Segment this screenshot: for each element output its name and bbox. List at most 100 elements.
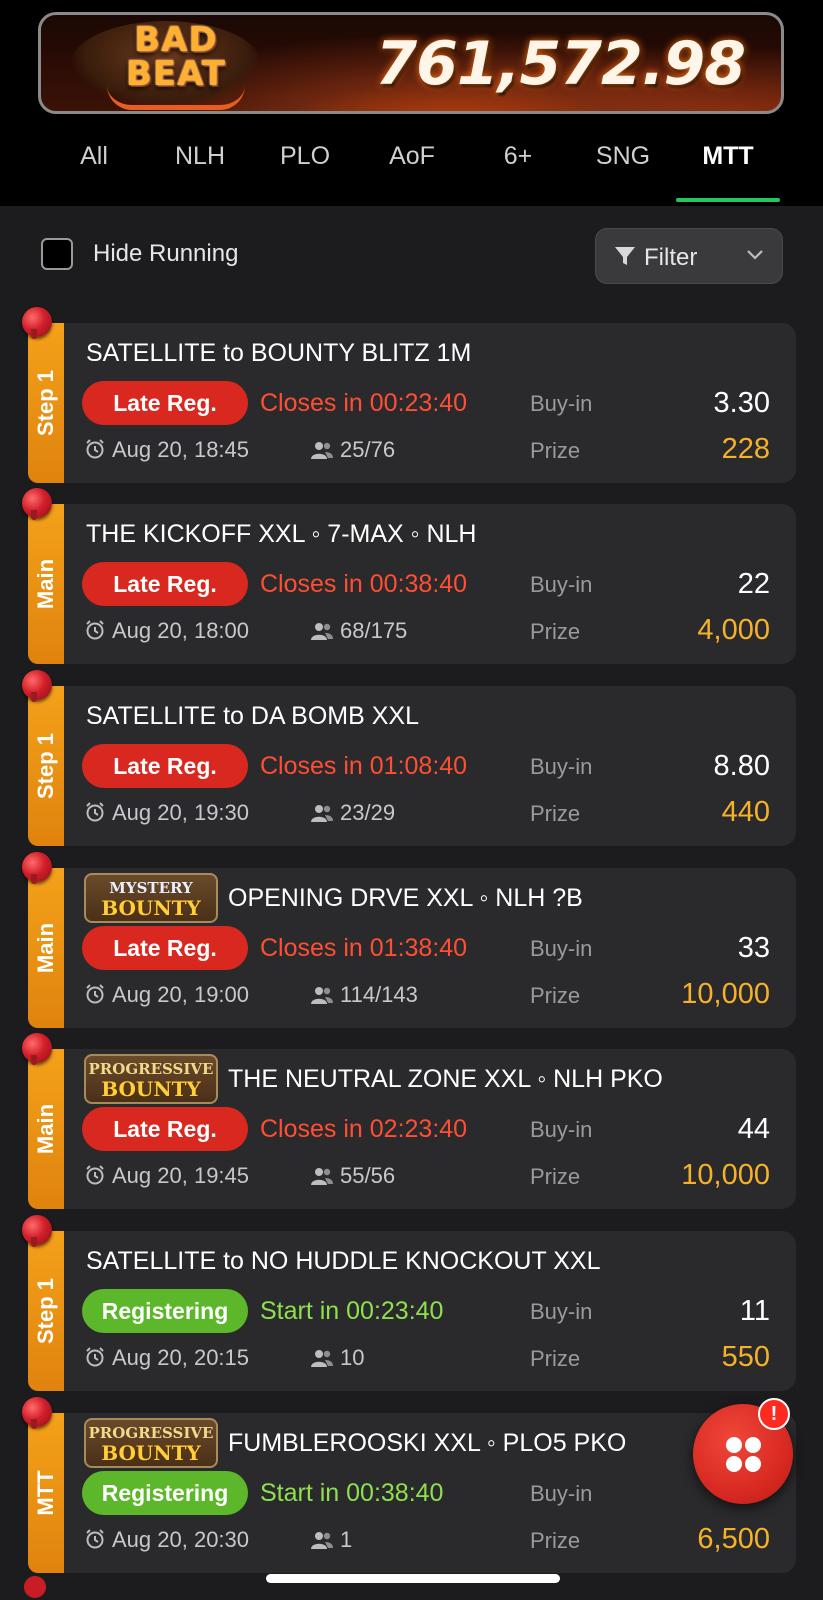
tournament-tag-label: Step 1: [33, 1277, 58, 1345]
alarm-clock-icon: [86, 620, 104, 640]
header: BAD BEAT 761,572.98 All NLH PLO AoF 6+ S…: [0, 0, 823, 206]
buyin-value: 33: [737, 932, 770, 964]
prize-value: 4,000: [697, 614, 770, 646]
players-icon: [311, 987, 333, 1004]
countdown-timer: Closes in 01:38:40: [260, 934, 468, 962]
status-badge: Registering: [82, 1471, 248, 1515]
jackpot-amount: 761,572.98: [375, 29, 746, 99]
player-count: 23/29: [310, 800, 395, 826]
players-icon: [311, 1350, 333, 1367]
alarm-clock-icon: [86, 1347, 104, 1367]
pin-icon: [22, 1215, 52, 1247]
pin-icon: [22, 852, 52, 884]
filter-label: Filter: [644, 244, 698, 271]
start-time-text: Aug 20, 18:00: [112, 618, 250, 643]
prize-value: 6,500: [697, 1523, 770, 1555]
chevron-down-icon: [747, 250, 763, 260]
buyin-label: Buy-in: [530, 754, 593, 779]
tournament-title: SATELLITE to DA BOMB XXL: [86, 702, 419, 730]
tournament-tag: Main: [28, 868, 64, 1028]
start-time-text: Aug 20, 20:15: [112, 1345, 250, 1370]
bad-beat-jackpot-banner[interactable]: BAD BEAT 761,572.98: [38, 12, 784, 114]
pin-icon: [22, 1397, 52, 1429]
tournament-title: SATELLITE to BOUNTY BLITZ 1M: [86, 339, 472, 367]
hide-running-checkbox[interactable]: [41, 238, 73, 270]
start-time: Aug 20, 20:30: [84, 1527, 249, 1553]
buyin-label: Buy-in: [530, 391, 593, 416]
logo-arc: [107, 85, 245, 110]
tab-plo[interactable]: PLO: [253, 140, 357, 202]
players-icon: [311, 1532, 333, 1549]
player-count: 25/76: [310, 437, 395, 463]
status-badge: Late Reg.: [82, 926, 248, 970]
buyin-value: 11: [739, 1295, 770, 1327]
start-time-text: Aug 20, 19:00: [112, 982, 250, 1007]
home-indicator[interactable]: [266, 1574, 560, 1583]
tournament-card[interactable]: Step 1 SATELLITE to NO HUDDLE KNOCKOUT X…: [22, 1215, 796, 1391]
tab-aof[interactable]: AoF: [360, 140, 464, 202]
start-time-text: Aug 20, 19:45: [112, 1163, 250, 1188]
start-time: Aug 20, 19:00: [84, 982, 249, 1008]
tournament-card[interactable]: Step 1 SATELLITE to BOUNTY BLITZ 1M Late…: [22, 307, 796, 483]
tournament-card[interactable]: MTT PROGRESSIVE BOUNTY FUMBLEROOSKI XXL …: [22, 1397, 796, 1573]
progressive-bounty-badge: PROGRESSIVE BOUNTY: [84, 1418, 218, 1468]
buyin-label: Buy-in: [530, 1117, 593, 1142]
start-time: Aug 20, 18:00: [84, 618, 249, 644]
tournament-card[interactable]: Step 1 SATELLITE to DA BOMB XXL Late Reg…: [22, 670, 796, 846]
countdown-timer: Closes in 02:23:40: [260, 1115, 468, 1143]
tournament-tag: MTT: [28, 1413, 64, 1573]
prize-value: 228: [721, 433, 770, 465]
filter-dropdown[interactable]: Filter: [595, 228, 783, 284]
prize-value: 10,000: [681, 978, 770, 1010]
game-type-tabs: All NLH PLO AoF 6+ SNG MTT: [0, 140, 823, 206]
countdown-timer: Closes in 00:38:40: [260, 570, 468, 598]
prize-value: 550: [721, 1341, 770, 1373]
status-badge: Late Reg.: [82, 1107, 248, 1151]
filter-icon: [615, 247, 635, 265]
countdown-timer: Closes in 00:23:40: [260, 389, 468, 417]
progressive-bounty-badge: PROGRESSIVE BOUNTY: [84, 1054, 218, 1104]
hide-running-label[interactable]: Hide Running: [93, 240, 238, 268]
tournament-card[interactable]: Main THE KICKOFF XXL ◦ 7-MAX ◦ NLH Late …: [22, 488, 796, 664]
players-icon: [311, 805, 333, 822]
buyin-label: Buy-in: [530, 1481, 593, 1506]
prize-value: 440: [721, 796, 770, 828]
tournament-title: OPENING DRVE XXL ◦ NLH ?B: [228, 884, 583, 912]
buyin-value: 22: [737, 568, 770, 600]
tournament-tag: Step 1: [28, 323, 64, 483]
prize-label: Prize: [530, 983, 581, 1008]
tournament-tag-label: MTT: [33, 1470, 58, 1516]
start-time: Aug 20, 20:15: [84, 1345, 249, 1371]
player-count-text: 25/76: [340, 437, 396, 462]
tournament-tag-label: Main: [33, 558, 58, 610]
start-time-text: Aug 20, 18:45: [112, 437, 250, 462]
tournament-tag: Step 1: [28, 686, 64, 846]
tab-sng[interactable]: SNG: [571, 140, 675, 202]
alarm-clock-icon: [86, 439, 104, 459]
player-count-text: 1: [340, 1527, 353, 1552]
pin-icon: [22, 307, 52, 339]
tournament-card[interactable]: Main PROGRESSIVE BOUNTY THE NEUTRAL ZONE…: [22, 1033, 796, 1209]
pin-icon: [22, 1033, 52, 1065]
prize-label: Prize: [530, 1164, 581, 1189]
status-badge: Late Reg.: [82, 381, 248, 425]
mystery-bounty-badge: MYSTERY BOUNTY: [84, 873, 218, 923]
buyin-label: Buy-in: [530, 572, 593, 597]
tab-nlh[interactable]: NLH: [148, 140, 252, 202]
prize-value: 10,000: [681, 1159, 770, 1191]
prize-label: Prize: [530, 1528, 581, 1553]
tab-all[interactable]: All: [42, 140, 146, 202]
tab-6plus[interactable]: 6+: [466, 140, 570, 202]
prize-label: Prize: [530, 801, 581, 826]
buyin-label: Buy-in: [530, 1299, 593, 1324]
tab-mtt[interactable]: MTT: [676, 140, 780, 202]
bad-beat-logo: BAD BEAT: [125, 20, 226, 94]
pin-icon: [24, 1576, 46, 1598]
menu-grid-icon: [726, 1437, 742, 1453]
buyin-label: Buy-in: [530, 936, 593, 961]
list-toolbar: Hide Running Filter: [0, 220, 823, 290]
tournament-tag: Main: [28, 504, 64, 664]
tournament-title: THE NEUTRAL ZONE XXL ◦ NLH PKO: [228, 1065, 663, 1093]
tournament-card[interactable]: Main MYSTERY BOUNTY OPENING DRVE XXL ◦ N…: [22, 852, 796, 1028]
tournament-tag-label: Step 1: [33, 732, 58, 800]
